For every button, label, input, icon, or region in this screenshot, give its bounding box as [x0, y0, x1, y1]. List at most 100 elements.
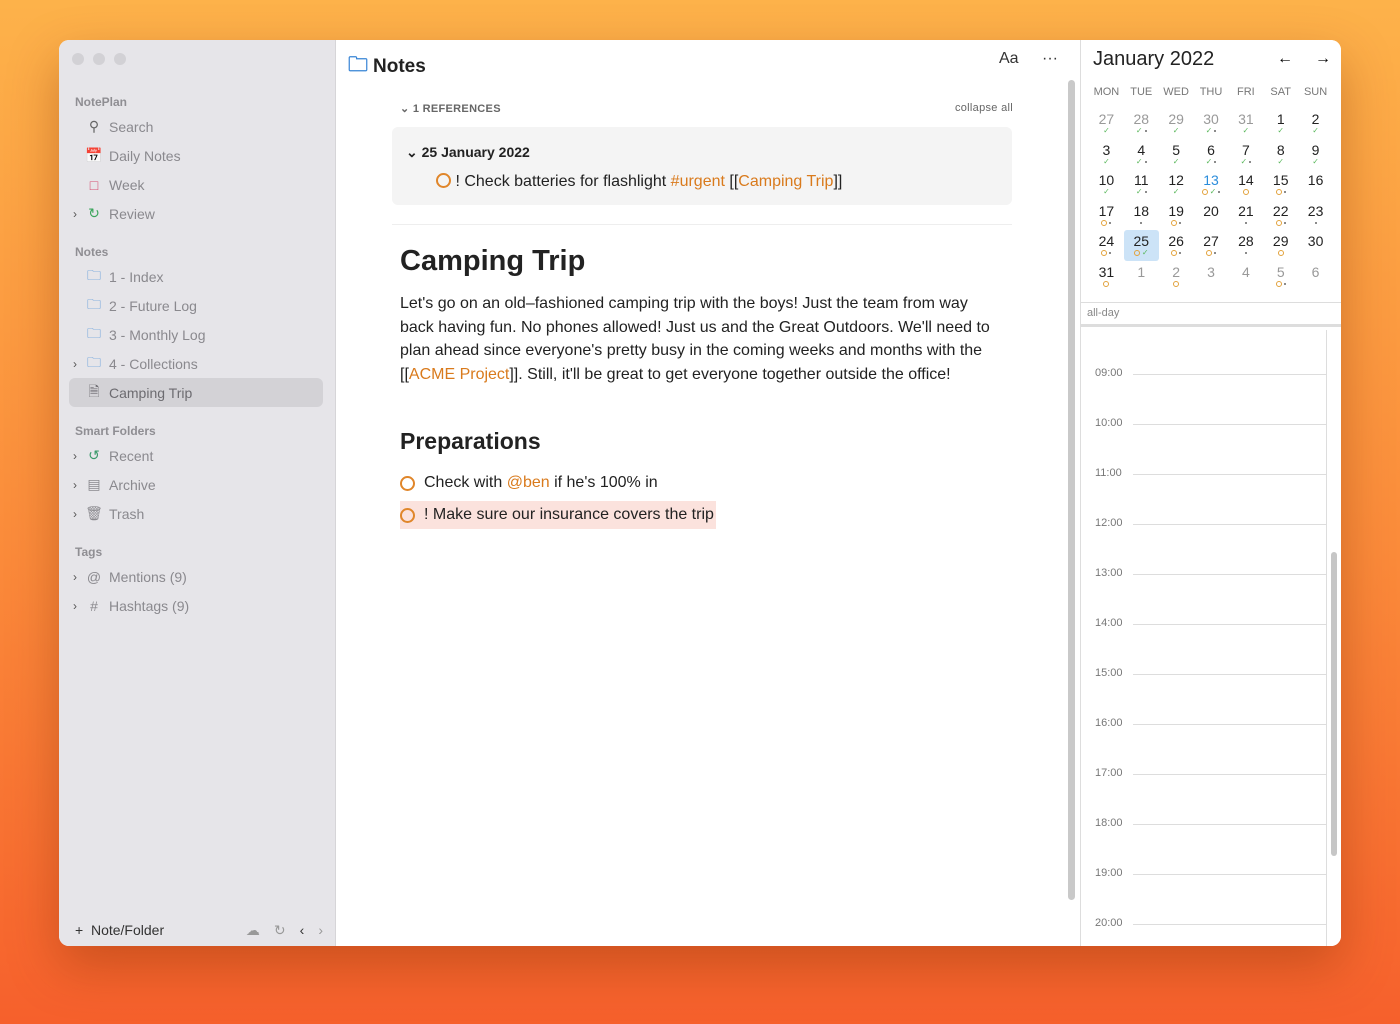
- calendar-day[interactable]: 5 ✓: [1159, 139, 1194, 170]
- note-link[interactable]: Camping Trip: [738, 173, 833, 190]
- section-smart-folders: Smart Folders: [75, 424, 156, 438]
- calendar-day[interactable]: 13 ✓: [1194, 169, 1229, 200]
- day-markers: [1228, 188, 1263, 196]
- sidebar-folder[interactable]: 🗀 3 - Monthly Log: [69, 320, 323, 349]
- calendar-day[interactable]: 31: [1089, 261, 1124, 292]
- close-button[interactable]: [72, 53, 84, 65]
- calendar-day[interactable]: 7 ✓: [1228, 139, 1263, 170]
- calendar-day[interactable]: 9 ✓: [1298, 139, 1333, 170]
- sync-icon[interactable]: ↻: [274, 922, 286, 939]
- calendar-day[interactable]: 20: [1194, 200, 1229, 231]
- calendar-day[interactable]: 2 ✓: [1298, 108, 1333, 139]
- chevron-down-icon[interactable]: ⌄: [406, 144, 422, 160]
- calendar-day[interactable]: 4: [1228, 261, 1263, 292]
- sidebar-item-review[interactable]: › ↻ Review: [69, 199, 323, 228]
- task-checkbox[interactable]: [436, 173, 451, 188]
- calendar-day[interactable]: 3: [1194, 261, 1229, 292]
- calendar-day[interactable]: 28 ✓: [1124, 108, 1159, 139]
- scrollbar[interactable]: [1068, 80, 1075, 900]
- cloud-icon[interactable]: ☁: [246, 922, 260, 939]
- calendar-day[interactable]: 11 ✓: [1124, 169, 1159, 200]
- calendar-day[interactable]: 5: [1263, 261, 1298, 292]
- day-timeline[interactable]: 09:00 10:00 11:00 12:00 13:00 14:00 15:00 16:00…: [1081, 330, 1327, 946]
- calendar-day[interactable]: 23: [1298, 200, 1333, 231]
- calendar-day[interactable]: 6: [1298, 261, 1333, 292]
- chevron-right-icon[interactable]: ›: [73, 478, 77, 492]
- note-content[interactable]: Camping Trip Let's go on an old–fashione…: [400, 245, 1000, 533]
- chevron-down-icon[interactable]: ⌄: [400, 103, 413, 115]
- sidebar-item-recent[interactable]: › ↺ Recent: [69, 441, 323, 470]
- note-link[interactable]: ACME Project: [409, 366, 509, 383]
- chevron-right-icon[interactable]: ›: [73, 207, 77, 221]
- sidebar-item-search[interactable]: ⚲ Search: [69, 112, 323, 141]
- calendar-day[interactable]: 26: [1159, 230, 1194, 261]
- sidebar-note-camping-trip[interactable]: 🗎 Camping Trip: [69, 378, 323, 407]
- task-checkbox[interactable]: [400, 507, 415, 523]
- calendar-day[interactable]: 16: [1298, 169, 1333, 200]
- day-markers: ✓: [1298, 157, 1333, 166]
- calendar-day[interactable]: 22: [1263, 200, 1298, 231]
- sidebar-item-hashtags[interactable]: › # Hashtags (9): [69, 591, 323, 620]
- event-dot-icon: [1213, 252, 1216, 254]
- calendar-day[interactable]: 29 ✓: [1159, 108, 1194, 139]
- calendar-day[interactable]: 29: [1263, 230, 1298, 261]
- sidebar-item-trash[interactable]: › 🗑 Trash: [69, 499, 323, 528]
- sidebar-item-daily-notes[interactable]: 📅 Daily Notes: [69, 141, 323, 170]
- calendar-day[interactable]: 12 ✓: [1159, 169, 1194, 200]
- calendar-day[interactable]: 2: [1159, 261, 1194, 292]
- next-month-button[interactable]: →: [1315, 50, 1331, 68]
- calendar-day[interactable]: 4 ✓: [1124, 139, 1159, 170]
- add-note-folder-button[interactable]: + Note/Folder: [75, 922, 164, 938]
- chevron-right-icon[interactable]: ›: [73, 570, 77, 584]
- calendar-day[interactable]: 1: [1124, 261, 1159, 292]
- calendar-day[interactable]: 30: [1298, 230, 1333, 261]
- calendar-day[interactable]: 31 ✓: [1228, 108, 1263, 139]
- font-button[interactable]: Aa: [999, 50, 1019, 68]
- calendar-day[interactable]: 27 ✓: [1089, 108, 1124, 139]
- back-button[interactable]: ‹: [300, 922, 305, 939]
- sidebar-folder[interactable]: 🗀 1 - Index: [69, 262, 323, 291]
- forward-button[interactable]: ›: [318, 922, 323, 939]
- reference-date[interactable]: ⌄ 25 January 2022: [406, 144, 530, 161]
- calendar-day[interactable]: 19: [1159, 200, 1194, 231]
- sidebar-folder[interactable]: › 🗀 4 - Collections: [69, 349, 323, 378]
- calendar-day[interactable]: 1 ✓: [1263, 108, 1298, 139]
- calendar-scrollbar[interactable]: [1331, 552, 1337, 856]
- calendar-day[interactable]: 8 ✓: [1263, 139, 1298, 170]
- prev-month-button[interactable]: ←: [1277, 50, 1293, 68]
- day-number: 29: [1168, 111, 1184, 127]
- calendar-day[interactable]: 15: [1263, 169, 1298, 200]
- calendar-day[interactable]: 10 ✓: [1089, 169, 1124, 200]
- event-dot-icon: [1314, 221, 1317, 224]
- sidebar-item-week[interactable]: □ Week: [69, 170, 323, 199]
- calendar-day[interactable]: 30 ✓: [1194, 108, 1229, 139]
- mention[interactable]: @ben: [507, 474, 550, 491]
- calendar-day[interactable]: 27: [1194, 230, 1229, 261]
- calendar-day[interactable]: 6 ✓: [1194, 139, 1229, 170]
- label: 25 January 2022: [421, 144, 530, 160]
- calendar-day[interactable]: 28: [1228, 230, 1263, 261]
- task-checkbox[interactable]: [400, 475, 415, 491]
- chevron-right-icon[interactable]: ›: [73, 449, 77, 463]
- calendar-day[interactable]: 21: [1228, 200, 1263, 231]
- chevron-right-icon[interactable]: ›: [73, 357, 77, 371]
- sidebar-item-mentions[interactable]: › @ Mentions (9): [69, 562, 323, 591]
- chevron-right-icon[interactable]: ›: [73, 507, 77, 521]
- day-number: 8: [1276, 141, 1285, 158]
- calendar-day[interactable]: 17: [1089, 200, 1124, 231]
- sidebar-folder[interactable]: 🗀 2 - Future Log: [69, 291, 323, 320]
- calendar-day[interactable]: 14: [1228, 169, 1263, 200]
- calendar-day[interactable]: 18: [1124, 200, 1159, 231]
- folder-icon: 🗀: [87, 266, 101, 283]
- more-button[interactable]: ···: [1042, 50, 1058, 68]
- calendar-day[interactable]: 25 ✓: [1123, 230, 1159, 261]
- event-dot-icon: [1109, 221, 1112, 224]
- hashtag[interactable]: #urgent: [671, 173, 725, 190]
- collapse-all-button[interactable]: collapse all: [955, 102, 1013, 114]
- zoom-button[interactable]: [114, 53, 126, 65]
- sidebar-item-archive[interactable]: › ▤ Archive: [69, 470, 323, 499]
- minimize-button[interactable]: [93, 53, 105, 65]
- calendar-day[interactable]: 3 ✓: [1089, 139, 1124, 170]
- chevron-right-icon[interactable]: ›: [73, 599, 77, 613]
- calendar-day[interactable]: 24: [1089, 230, 1124, 261]
